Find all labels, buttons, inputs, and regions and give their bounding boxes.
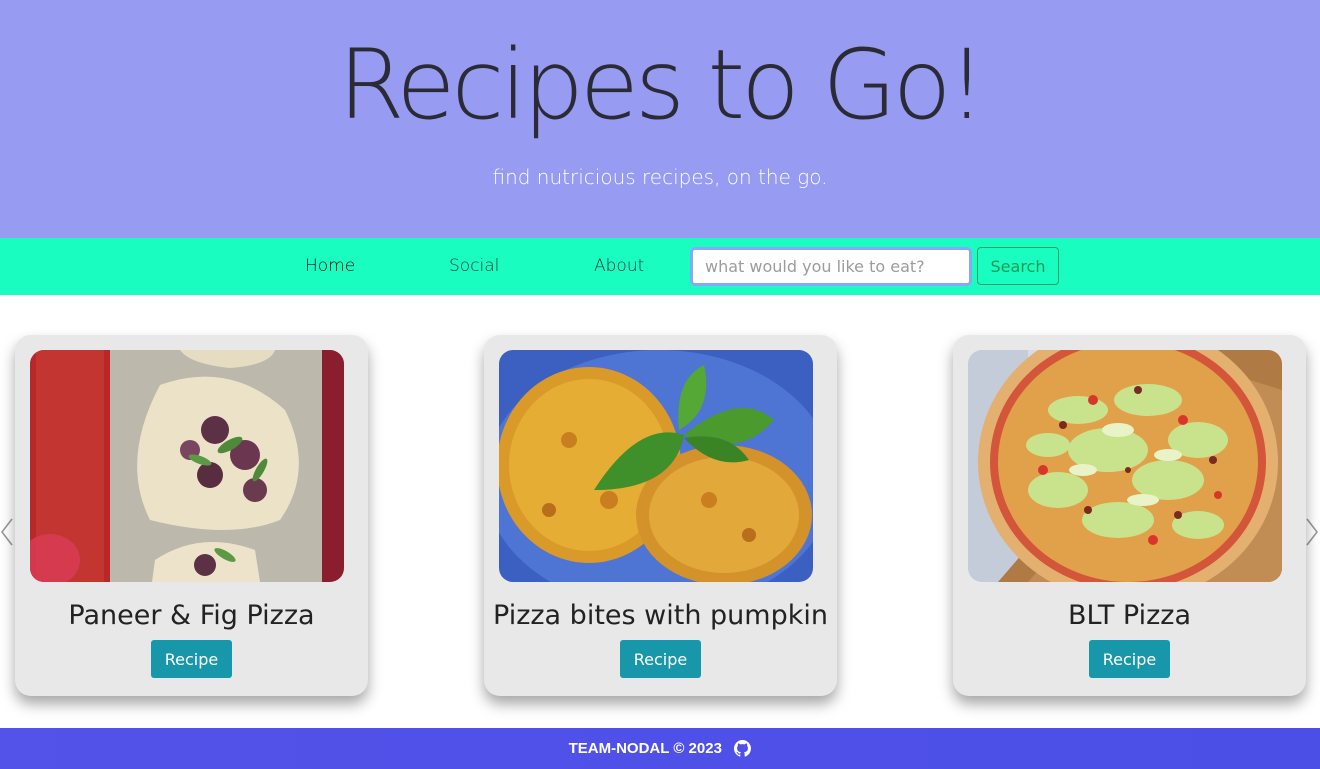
recipe-button[interactable]: Recipe	[620, 640, 701, 678]
recipe-title: BLT Pizza	[1067, 600, 1191, 631]
recipe-button[interactable]: Recipe	[151, 640, 232, 678]
recipe-title: Pizza bites with pumpkin	[493, 600, 828, 631]
recipe-image	[30, 350, 344, 582]
chevron-left-icon[interactable]	[0, 517, 16, 547]
page-subtitle: find nutricious recipes, on the go.	[492, 165, 828, 189]
footer-copyright: TEAM-NODAL © 2023	[568, 740, 722, 757]
recipe-card: Paneer & Fig Pizza Recipe	[15, 335, 368, 696]
recipe-card: Pizza bites with pumpkin Recipe	[484, 335, 837, 696]
recipe-title: Paneer & Fig Pizza	[68, 600, 315, 631]
recipe-image	[499, 350, 813, 582]
recipe-image	[968, 350, 1282, 582]
nav-link-about[interactable]: About	[594, 256, 644, 276]
nav-link-home[interactable]: Home	[305, 256, 355, 276]
recipe-card: BLT Pizza Recipe	[953, 335, 1306, 696]
page-title: Recipes to Go!	[338, 29, 986, 141]
hero-header: Recipes to Go! find nutricious recipes, …	[0, 0, 1320, 238]
nav-link-social[interactable]: Social	[449, 256, 499, 276]
search-input[interactable]	[690, 247, 972, 286]
footer: TEAM-NODAL © 2023	[0, 728, 1320, 769]
github-icon[interactable]	[734, 740, 752, 757]
recipe-carousel: Paneer & Fig Pizza Recipe Pizza bites wi…	[0, 295, 1320, 728]
navbar: Home Social About Search	[0, 238, 1320, 295]
search-button[interactable]: Search	[977, 247, 1059, 285]
recipe-button[interactable]: Recipe	[1089, 640, 1170, 678]
